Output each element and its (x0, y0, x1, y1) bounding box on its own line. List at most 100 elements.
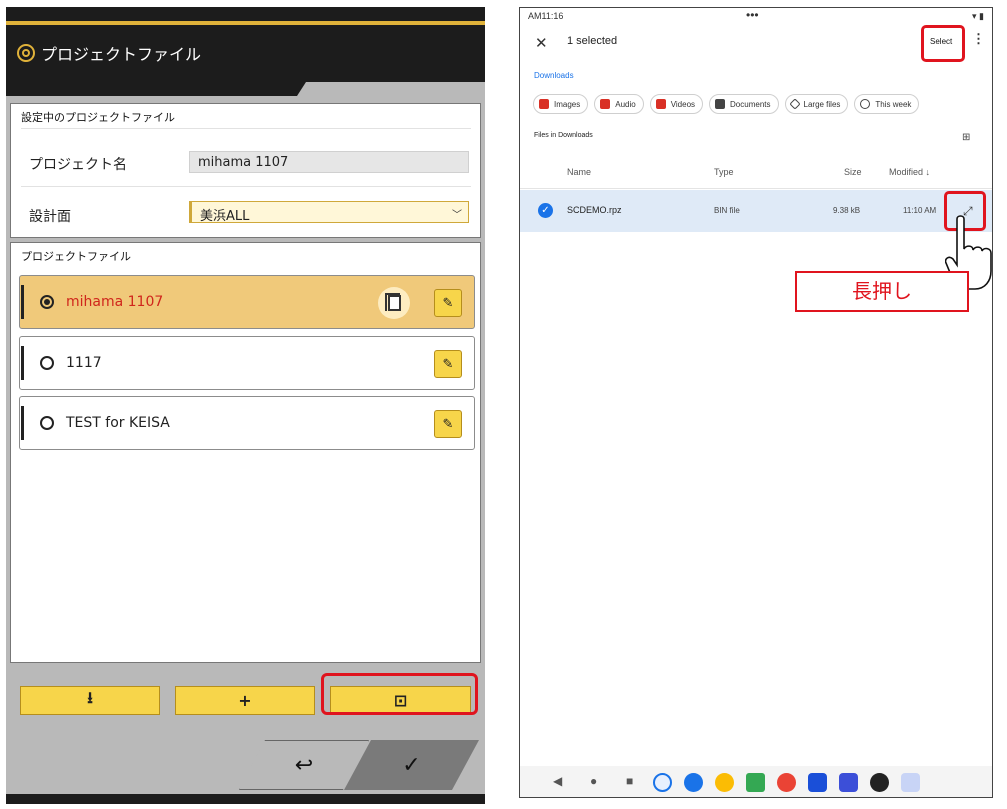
accessibility-app-icon[interactable] (808, 773, 827, 792)
item-marker (21, 406, 24, 440)
design-surface-select[interactable]: 美浜ALL ﹀ (189, 201, 469, 224)
project-item[interactable]: TEST for KEISA ✎ (19, 396, 475, 450)
project-files-section: プロジェクトファイル mihama 1107 ✎ 1117 ✎ TEST for… (10, 242, 481, 663)
chevron-down-icon: ﹀ (452, 210, 462, 221)
project-item-name: 1117 (66, 355, 102, 371)
project-file-screen: プロジェクトファイル 設定中のプロジェクトファイル プロジェクト名 mihama… (6, 7, 485, 804)
item-marker (21, 346, 24, 380)
download-icon: ⭳ (87, 688, 93, 707)
design-surface-label: 設計面 (29, 209, 71, 225)
item-marker (21, 285, 24, 319)
status-bar: AM11:16 ••• ▾ ▮ (520, 8, 992, 26)
highlight-frame (921, 25, 965, 62)
chip-label: Documents (730, 99, 771, 109)
project-files-header: プロジェクトファイル (21, 250, 131, 263)
chip-large-files[interactable]: Large files (784, 94, 849, 114)
file-type: BIN file (714, 206, 740, 215)
project-item[interactable]: 1117 ✎ (19, 336, 475, 390)
column-size[interactable]: Size (844, 167, 862, 177)
chip-this-week[interactable]: This week (854, 94, 920, 114)
play-store-icon[interactable] (746, 773, 765, 792)
chip-label: Images (554, 99, 581, 109)
grid-view-icon[interactable]: ⊞ (962, 132, 970, 143)
photos-app-icon[interactable] (777, 773, 796, 792)
chip-label: Large files (803, 99, 841, 109)
screen-header: プロジェクトファイル (6, 33, 485, 73)
chip-images[interactable]: Images (533, 94, 589, 114)
project-item-name: TEST for KEISA (66, 415, 170, 431)
navigation-bar: ◀ ● ■ (520, 766, 992, 797)
radio-icon[interactable] (40, 356, 54, 370)
edit-button[interactable]: ✎ (434, 350, 462, 378)
chip-videos[interactable]: Videos (649, 94, 704, 114)
add-button[interactable]: + (175, 686, 315, 715)
column-type[interactable]: Type (714, 167, 734, 177)
settings-app-icon[interactable] (870, 773, 889, 792)
column-modified[interactable]: Modified ↓ (889, 167, 930, 177)
edit-button[interactable]: ✎ (434, 289, 462, 317)
filter-chips: Images Audio Videos Documents Large file… (533, 94, 920, 114)
video-icon (655, 99, 666, 109)
column-name[interactable]: Name (567, 167, 591, 177)
home-nav-icon[interactable]: ● (590, 774, 597, 788)
selection-count: 1 selected (567, 35, 618, 47)
messages-app-icon[interactable] (684, 773, 703, 792)
edit-button[interactable]: ✎ (434, 410, 462, 438)
tag-icon (788, 98, 801, 110)
close-icon[interactable]: ✕ (535, 34, 548, 52)
copy-icon (384, 293, 401, 311)
header-accent-line (6, 21, 485, 25)
file-name: SCDEMO.rpz (567, 205, 622, 215)
project-name-field: mihama 1107 (189, 151, 469, 173)
screen-title: プロジェクトファイル (41, 45, 202, 64)
design-surface-value: 美浜ALL (200, 209, 250, 224)
header-divider (520, 188, 992, 189)
radio-selected-icon[interactable] (40, 295, 54, 309)
image-icon (539, 99, 549, 109)
back-nav-icon[interactable]: ◀ (553, 774, 562, 788)
project-name-label: プロジェクト名 (29, 157, 127, 173)
edit-icon: ✎ (442, 295, 454, 311)
back-icon: ↩ (294, 752, 314, 778)
android-files-screen: AM11:16 ••• ▾ ▮ ✕ 1 selected Select ⋮ Do… (519, 7, 993, 798)
long-press-annotation: 長押し (795, 271, 969, 312)
check-icon[interactable]: ✓ (538, 203, 553, 218)
status-dots: ••• (746, 8, 759, 22)
document-icon (715, 99, 726, 109)
files-app-icon[interactable] (839, 773, 858, 792)
highlight-frame (321, 673, 478, 715)
chip-documents[interactable]: Documents (709, 94, 779, 114)
check-icon: ✓ (402, 752, 421, 778)
battery-icon: ▾ ▮ (972, 11, 984, 21)
divider (21, 186, 471, 187)
chip-label: Videos (670, 99, 696, 109)
edit-icon: ✎ (442, 416, 454, 432)
status-time: AM11:16 (528, 11, 564, 21)
gear-icon (17, 44, 35, 62)
import-button[interactable]: ⭳ (20, 686, 160, 715)
app-drawer-icon[interactable] (901, 773, 920, 792)
copy-button[interactable] (378, 287, 410, 319)
chip-label: Audio (615, 99, 636, 109)
phone-app-icon[interactable] (653, 773, 672, 792)
breadcrumb[interactable]: Downloads (534, 71, 574, 80)
current-project-header: 設定中のプロジェクトファイル (21, 111, 175, 124)
current-project-section: 設定中のプロジェクトファイル プロジェクト名 mihama 1107 設計面 美… (10, 103, 481, 238)
history-icon (860, 99, 871, 109)
project-item[interactable]: mihama 1107 ✎ (19, 275, 475, 329)
file-modified: 11:10 AM (903, 206, 937, 215)
chip-audio[interactable]: Audio (594, 94, 644, 114)
plus-icon: + (238, 691, 252, 710)
edit-icon: ✎ (442, 356, 454, 372)
chip-label: This week (875, 99, 912, 109)
recents-nav-icon[interactable]: ■ (626, 774, 633, 788)
files-in-label: Files in Downloads (534, 132, 593, 139)
project-item-name: mihama 1107 (66, 294, 164, 310)
divider (21, 128, 471, 129)
audio-icon (600, 99, 611, 109)
more-icon[interactable]: ⋮ (972, 31, 985, 47)
file-size: 9.38 kB (833, 206, 861, 215)
radio-icon[interactable] (40, 416, 54, 430)
file-row[interactable]: ✓ SCDEMO.rpz BIN file 9.38 kB 11:10 AM ⤢ (520, 190, 992, 232)
assistant-app-icon[interactable] (715, 773, 734, 792)
